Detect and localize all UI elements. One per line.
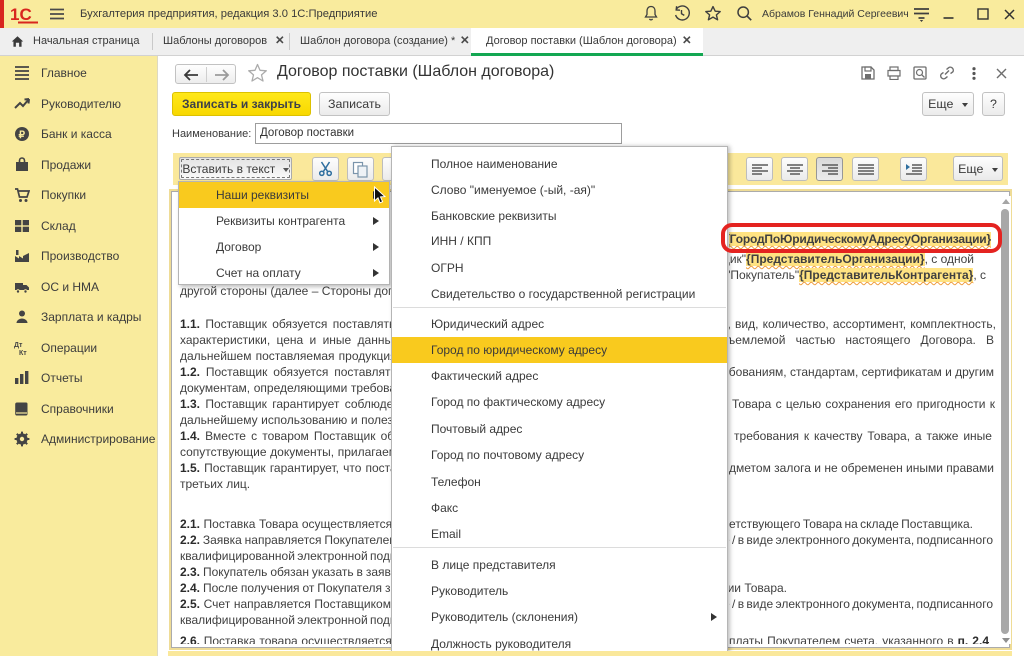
svg-text:Кт: Кт bbox=[19, 350, 27, 356]
svg-text:₽: ₽ bbox=[19, 130, 26, 141]
svg-text:Дт: Дт bbox=[14, 342, 23, 349]
svg-text:1С: 1С bbox=[10, 5, 32, 24]
